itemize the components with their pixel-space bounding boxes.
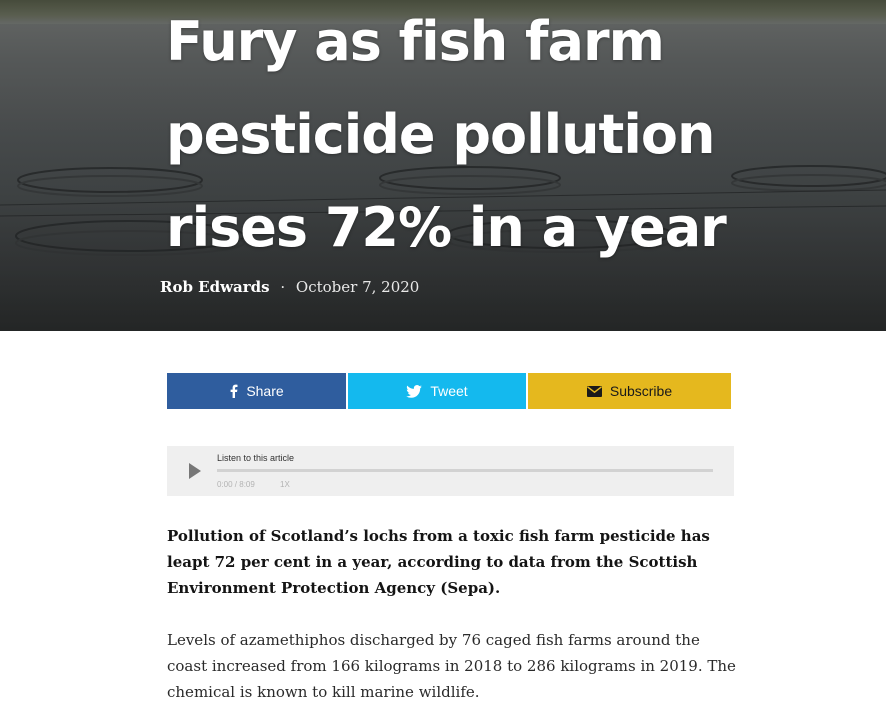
article-lede: Pollution of Scotland’s lochs from a tox… [167, 527, 710, 597]
facebook-share-button[interactable]: Share [167, 373, 346, 409]
twitter-tweet-button[interactable]: Tweet [348, 373, 526, 409]
playback-speed-button[interactable]: 1X [280, 480, 290, 489]
play-icon [189, 463, 201, 479]
audio-time: 0:00 / 8:09 [217, 480, 255, 489]
envelope-icon [586, 385, 602, 397]
article-headline: Fury as fish farm pesticide pollution ri… [166, 10, 727, 259]
twitter-icon [406, 384, 423, 398]
author-link[interactable]: Rob Edwards [160, 278, 270, 296]
share-bar: Share Tweet Subscribe [167, 373, 731, 409]
subscribe-button[interactable]: Subscribe [528, 373, 731, 409]
facebook-icon [229, 384, 238, 398]
byline: Rob Edwards · October 7, 2020 [160, 278, 419, 296]
audio-progress-bar[interactable] [217, 469, 713, 472]
subscribe-label: Subscribe [609, 383, 673, 399]
twitter-tweet-label: Tweet [430, 383, 468, 399]
article-paragraph: Levels of azamethiphos discharged by 76 … [167, 631, 736, 701]
byline-separator: · [280, 278, 286, 296]
facebook-share-label: Share [246, 383, 284, 399]
play-button[interactable] [187, 462, 203, 480]
publish-date: October 7, 2020 [295, 278, 420, 296]
audio-player: Listen to this article 0:00 / 8:09 1X [167, 446, 734, 496]
audio-label: Listen to this article [217, 453, 295, 463]
hero-image: Fury as fish farm pesticide pollution ri… [0, 0, 886, 331]
